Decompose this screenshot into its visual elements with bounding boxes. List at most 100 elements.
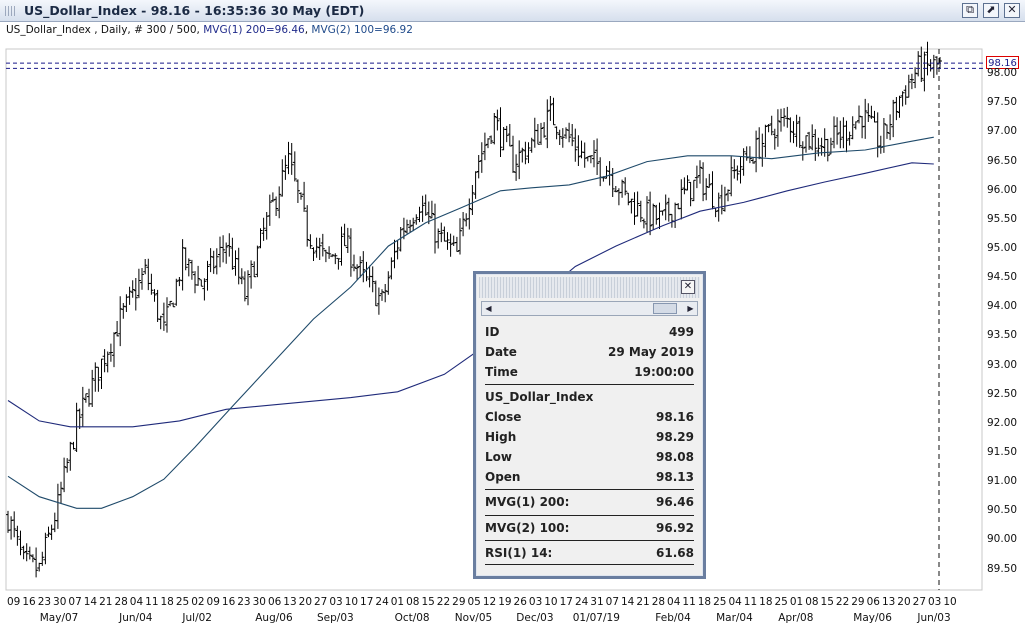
label: MVG(1) 200: xyxy=(485,495,570,509)
row-date: Date 29 May 2019 xyxy=(485,342,694,362)
y-tick-label: 89.50 xyxy=(987,562,1018,575)
x-day-tick-label: 08 xyxy=(406,596,420,608)
x-month-tick-label: Oct/08 xyxy=(394,612,430,624)
row-symbol: US_Dollar_Index xyxy=(485,387,694,407)
label: Open xyxy=(485,470,521,484)
label: MVG(2) 100: xyxy=(485,521,570,535)
row-low: Low 98.08 xyxy=(485,447,694,467)
row-rsi: RSI(1) 14: 61.68 xyxy=(485,543,694,563)
close-icon: ✕ xyxy=(1007,3,1017,16)
x-day-tick-label: 30 xyxy=(53,596,67,608)
close-button[interactable]: ✕ xyxy=(1004,3,1020,18)
scroll-right-icon[interactable]: ▶ xyxy=(684,302,697,315)
x-day-tick-label: 14 xyxy=(621,596,635,608)
x-day-tick-label: 13 xyxy=(283,596,297,608)
y-tick-label: 90.00 xyxy=(987,533,1018,546)
row-open: Open 98.13 xyxy=(485,467,694,487)
data-window-close-button[interactable]: ✕ xyxy=(681,280,695,294)
separator xyxy=(485,540,694,541)
label: Close xyxy=(485,410,522,424)
label: High xyxy=(485,430,517,444)
x-month-tick-label: Jul/02 xyxy=(182,612,212,624)
x-month-tick-label: Feb/04 xyxy=(655,612,691,624)
value: 19:00:00 xyxy=(634,365,694,379)
data-window-header[interactable]: ✕ xyxy=(479,277,700,298)
value: 98.08 xyxy=(656,450,694,464)
restore-button[interactable]: ⧉ xyxy=(962,3,978,18)
separator xyxy=(485,489,694,490)
value: 98.16 xyxy=(656,410,694,424)
label: Low xyxy=(485,450,512,464)
y-tick-label: 95.50 xyxy=(987,212,1018,225)
y-tick-label: 92.00 xyxy=(987,416,1018,429)
separator xyxy=(485,515,694,516)
x-day-tick-label: 20 xyxy=(897,596,911,608)
label: Time xyxy=(485,365,518,379)
x-day-tick-label: 09 xyxy=(206,596,220,608)
data-window[interactable]: ✕ ◀ ▶ ID 499 Date 29 May 2019 Time 19:00:00… xyxy=(473,271,706,579)
x-day-tick-label: 24 xyxy=(375,596,389,608)
y-tick-label: 93.00 xyxy=(987,358,1018,371)
x-month-tick-label: Aug/06 xyxy=(255,612,293,624)
separator xyxy=(485,564,694,565)
x-day-tick-label: 27 xyxy=(314,596,328,608)
maximize-icon: ⬈ xyxy=(986,3,996,16)
x-day-tick-label: 03 xyxy=(928,596,942,608)
scroll-left-icon[interactable]: ◀ xyxy=(482,302,495,315)
value: 29 May 2019 xyxy=(608,345,694,359)
y-tick-label: 93.50 xyxy=(987,329,1018,342)
x-month-tick-label: Nov/05 xyxy=(454,612,493,624)
x-day-tick-label: 13 xyxy=(881,596,896,608)
window-title: US_Dollar_Index - 98.16 - 16:35:36 30 Ma… xyxy=(24,3,365,18)
value: 98.29 xyxy=(656,430,694,444)
chart-legend: US_Dollar_Index , Daily, # 300 / 500, MV… xyxy=(0,22,1025,38)
y-tick-label: 94.00 xyxy=(987,300,1018,313)
x-day-tick-label: 29 xyxy=(452,596,466,608)
x-day-tick-label: 31 xyxy=(590,596,604,608)
row-close: Close 98.16 xyxy=(485,407,694,427)
x-day-tick-label: 06 xyxy=(267,596,282,608)
data-window-scrollbar[interactable]: ◀ ▶ xyxy=(481,301,698,316)
x-day-tick-label: 11 xyxy=(682,596,696,608)
y-tick-label: 96.00 xyxy=(987,183,1018,196)
x-day-tick-label: 26 xyxy=(513,596,527,608)
x-day-tick-label: 24 xyxy=(574,596,589,608)
x-day-tick-label: 10 xyxy=(344,596,359,608)
title-bar: US_Dollar_Index - 98.16 - 16:35:36 30 Ma… xyxy=(0,0,1025,22)
x-day-tick-label: 18 xyxy=(160,596,174,608)
x-day-tick-label: 16 xyxy=(221,596,236,608)
x-day-tick-label: 18 xyxy=(697,596,712,608)
label: ID xyxy=(485,325,500,339)
x-day-tick-label: 21 xyxy=(99,596,113,608)
x-day-tick-label: 21 xyxy=(636,596,650,608)
x-day-tick-label: 29 xyxy=(851,596,865,608)
x-day-tick-label: 12 xyxy=(482,596,497,608)
maximize-button[interactable]: ⬈ xyxy=(983,3,999,18)
x-day-tick-label: 25 xyxy=(713,596,727,608)
x-month-tick-label: Apr/08 xyxy=(778,612,814,624)
x-day-tick-label: 16 xyxy=(22,596,36,608)
x-day-tick-label: 02 xyxy=(191,596,205,608)
value: 61.68 xyxy=(656,546,694,560)
y-tick-label: 98.00 xyxy=(987,67,1018,80)
x-day-tick-label: 09 xyxy=(7,596,21,608)
x-day-tick-label: 23 xyxy=(237,596,251,608)
x-month-tick-label: May/06 xyxy=(853,612,892,624)
drag-grip-icon[interactable] xyxy=(5,6,17,16)
legend-mvg2: MVG(2) 100=96.92 xyxy=(311,24,413,36)
x-month-tick-label: Jun/03 xyxy=(917,612,951,624)
x-month-tick-label: Mar/04 xyxy=(716,612,753,624)
x-day-tick-label: 25 xyxy=(774,596,788,608)
row-high: High 98.29 xyxy=(485,427,694,447)
scroll-thumb[interactable] xyxy=(653,303,677,314)
value: 499 xyxy=(668,325,694,339)
x-day-tick-label: 04 xyxy=(667,596,681,608)
x-axis: 09 16 23 30 07 14 21 28 04 11 18 25 02 09 16 23 30 06 13 20… xyxy=(0,593,980,633)
x-day-tick-label: 22 xyxy=(436,596,451,608)
restore-icon: ⧉ xyxy=(966,3,974,16)
x-day-tick-label: 28 xyxy=(651,596,666,608)
y-tick-label: 95.00 xyxy=(987,242,1018,255)
x-day-tick-label: 15 xyxy=(820,596,834,608)
legend-mvg1: MVG(1) 200=96.46 xyxy=(203,24,305,36)
x-day-tick-label: 04 xyxy=(129,596,144,608)
